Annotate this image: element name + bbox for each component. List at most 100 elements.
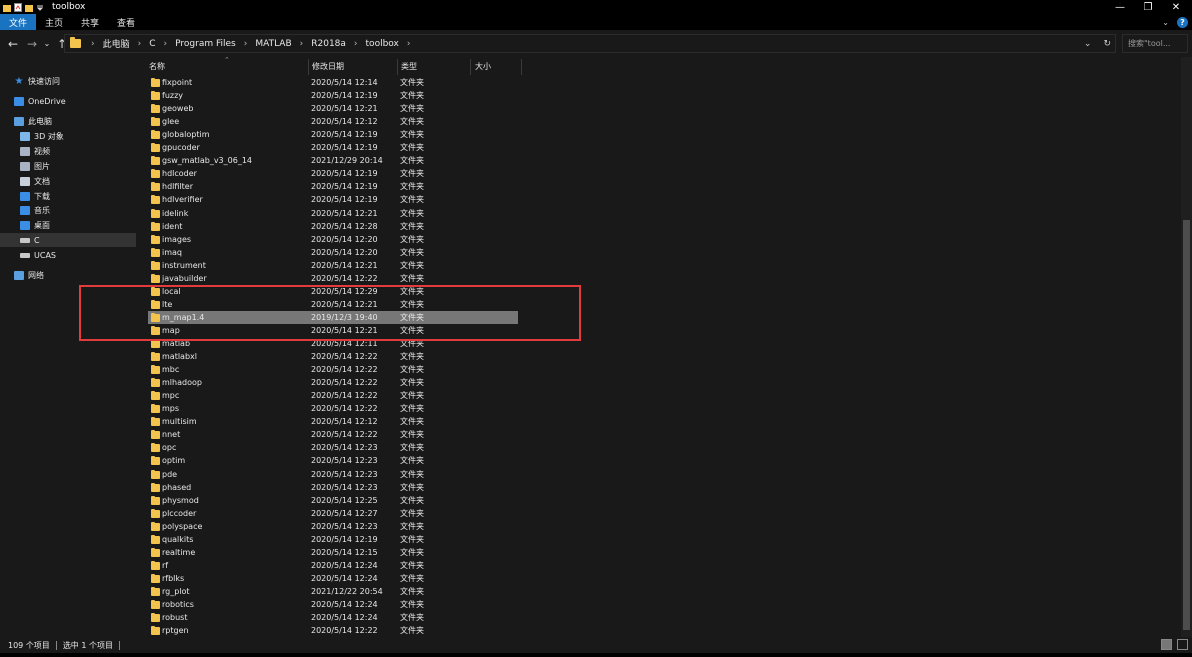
file-row[interactable]: mlhadoop 2020/5/14 12:22 文件夹 [148, 376, 518, 389]
file-row[interactable]: rptgen 2020/5/14 12:22 文件夹 [148, 624, 518, 636]
column-header-size[interactable]: 大小 [464, 57, 520, 75]
chevron-right-icon: › [299, 38, 304, 49]
file-row[interactable]: fixpoint 2020/5/14 12:14 文件夹 [148, 76, 518, 89]
column-divider[interactable] [521, 59, 522, 75]
file-row[interactable]: glee 2020/5/14 12:12 文件夹 [148, 115, 518, 128]
file-row[interactable]: mps 2020/5/14 12:22 文件夹 [148, 402, 518, 415]
file-row[interactable]: physmod 2020/5/14 12:25 文件夹 [148, 494, 518, 507]
file-date: 2020/5/14 12:11 [311, 339, 378, 348]
column-header-type[interactable]: 类型 [390, 57, 462, 75]
file-row[interactable]: lte 2020/5/14 12:21 文件夹 [148, 298, 518, 311]
file-row[interactable]: instrument 2020/5/14 12:21 文件夹 [148, 259, 518, 272]
file-row[interactable]: robotics 2020/5/14 12:24 文件夹 [148, 598, 518, 611]
nav-item-7[interactable]: 下载 [0, 189, 136, 203]
file-row[interactable]: mbc 2020/5/14 12:22 文件夹 [148, 363, 518, 376]
file-row[interactable]: multisim 2020/5/14 12:12 文件夹 [148, 415, 518, 428]
file-row[interactable]: phased 2020/5/14 12:23 文件夹 [148, 481, 518, 494]
nav-item-4[interactable]: 视频 [0, 144, 136, 158]
file-date: 2020/5/14 12:25 [311, 495, 378, 505]
column-header-date[interactable]: 修改日期 [301, 57, 390, 75]
nav-item-5[interactable]: 图片 [0, 159, 136, 173]
nav-item-8[interactable]: 音乐 [0, 203, 136, 217]
address-bar[interactable]: › 此电脑 › C › Program Files › MATLAB › R20… [64, 34, 1116, 53]
file-row[interactable]: hdlfilter 2020/5/14 12:19 文件夹 [148, 180, 518, 193]
file-row[interactable]: opc 2020/5/14 12:23 文件夹 [148, 441, 518, 454]
nav-item-2[interactable]: 此电脑 [0, 114, 136, 128]
folder-icon[interactable] [3, 3, 11, 12]
file-row[interactable]: imaq 2020/5/14 12:20 文件夹 [148, 246, 518, 259]
file-type: 文件夹 [400, 143, 424, 153]
file-type: 文件夹 [400, 586, 424, 596]
file-row[interactable]: matlab 2020/5/14 12:11 文件夹 [148, 337, 518, 350]
minimize-button[interactable]: — [1106, 0, 1134, 14]
nav-item-3[interactable]: 3D 对象 [0, 129, 136, 143]
nav-item-10[interactable]: C [0, 233, 136, 247]
file-row[interactable]: images 2020/5/14 12:20 文件夹 [148, 233, 518, 246]
file-row[interactable]: local 2020/5/14 12:29 文件夹 [148, 285, 518, 298]
close-button[interactable]: ✕ [1162, 0, 1190, 14]
folder-icon [151, 391, 160, 401]
file-row[interactable]: optim 2020/5/14 12:23 文件夹 [148, 454, 518, 467]
large-icons-view-icon[interactable] [1177, 639, 1188, 650]
tab-file[interactable]: 文件 [0, 14, 37, 30]
file-row[interactable]: hdlcoder 2020/5/14 12:19 文件夹 [148, 167, 518, 180]
help-icon[interactable]: ? [1177, 16, 1188, 28]
breadcrumb-c[interactable]: C [147, 39, 157, 49]
column-header-name[interactable]: 名称 [138, 57, 308, 75]
forward-button[interactable]: → [24, 36, 40, 52]
file-row[interactable]: ident 2020/5/14 12:28 文件夹 [148, 220, 518, 233]
file-row[interactable]: globaloptim 2020/5/14 12:19 文件夹 [148, 128, 518, 141]
nav-item-6[interactable]: 文档 [0, 174, 136, 188]
file-row[interactable]: javabuilder 2020/5/14 12:22 文件夹 [148, 272, 518, 285]
file-row[interactable]: geoweb 2020/5/14 12:21 文件夹 [148, 102, 518, 115]
file-row[interactable]: idelink 2020/5/14 12:21 文件夹 [148, 207, 518, 220]
breadcrumb-this-pc[interactable]: 此电脑 [101, 37, 132, 50]
search-input[interactable]: 搜索"tool... [1122, 34, 1188, 53]
details-view-icon[interactable] [1161, 639, 1172, 650]
nav-item-11[interactable]: UCAS [0, 248, 136, 262]
breadcrumb-program-files[interactable]: Program Files [173, 39, 238, 49]
nav-item-9[interactable]: 桌面 [0, 218, 136, 232]
recent-locations-button[interactable]: ⌄ [43, 36, 51, 52]
file-row[interactable]: polyspace 2020/5/14 12:23 文件夹 [148, 520, 518, 533]
file-row[interactable]: realtime 2020/5/14 12:15 文件夹 [148, 546, 518, 559]
back-button[interactable]: ← [5, 36, 21, 52]
folder-icon [151, 339, 160, 348]
nav-item-0[interactable]: ★ 快速访问 [0, 74, 136, 88]
properties-icon[interactable] [14, 2, 22, 12]
file-row[interactable]: hdlverifier 2020/5/14 12:19 文件夹 [148, 193, 518, 206]
file-type: 文件夹 [400, 325, 424, 335]
new-folder-icon[interactable] [25, 3, 33, 12]
file-row[interactable]: nnet 2020/5/14 12:22 文件夹 [148, 428, 518, 441]
restore-button[interactable]: ❐ [1134, 0, 1162, 14]
customize-qa-icon[interactable] [36, 3, 44, 12]
scrollbar-thumb[interactable] [1183, 220, 1190, 630]
file-row[interactable]: m_map1.4 2019/12/3 19:40 文件夹 [148, 310, 518, 324]
file-row[interactable]: robust 2020/5/14 12:24 文件夹 [148, 611, 518, 624]
address-history-dropdown[interactable]: ⌄ [1084, 39, 1092, 49]
nav-item-1[interactable]: OneDrive [0, 94, 136, 108]
file-row[interactable]: gpucoder 2020/5/14 12:19 文件夹 [148, 141, 518, 154]
file-row[interactable]: mpc 2020/5/14 12:22 文件夹 [148, 389, 518, 402]
tab-view[interactable]: 查看 [108, 14, 144, 30]
refresh-button[interactable]: ↻ [1103, 39, 1111, 49]
breadcrumb-toolbox[interactable]: toolbox [364, 39, 401, 49]
expand-ribbon-icon[interactable]: ⌄ [1162, 18, 1169, 27]
file-row[interactable]: matlabxl 2020/5/14 12:22 文件夹 [148, 350, 518, 363]
vertical-scrollbar[interactable] [1181, 57, 1192, 637]
file-row[interactable]: fuzzy 2020/5/14 12:19 文件夹 [148, 89, 518, 102]
breadcrumb-r2018a[interactable]: R2018a [309, 39, 348, 49]
file-row[interactable]: plccoder 2020/5/14 12:27 文件夹 [148, 507, 518, 520]
file-row[interactable]: rfblks 2020/5/14 12:24 文件夹 [148, 572, 518, 585]
file-row[interactable]: rf 2020/5/14 12:24 文件夹 [148, 559, 518, 572]
file-row[interactable]: rg_plot 2021/12/22 20:54 文件夹 [148, 585, 518, 598]
breadcrumb-matlab[interactable]: MATLAB [253, 39, 293, 49]
file-row[interactable]: gsw_matlab_v3_06_14 2021/12/29 20:14 文件夹 [148, 154, 518, 167]
file-row[interactable]: qualkits 2020/5/14 12:19 文件夹 [148, 533, 518, 546]
tab-share[interactable]: 共享 [72, 14, 108, 30]
file-row[interactable]: map 2020/5/14 12:21 文件夹 [148, 324, 518, 337]
file-row[interactable]: pde 2020/5/14 12:23 文件夹 [148, 468, 518, 481]
nav-item-12[interactable]: 网络 [0, 268, 136, 282]
folder-icon [151, 613, 160, 623]
tab-home[interactable]: 主页 [36, 14, 72, 30]
